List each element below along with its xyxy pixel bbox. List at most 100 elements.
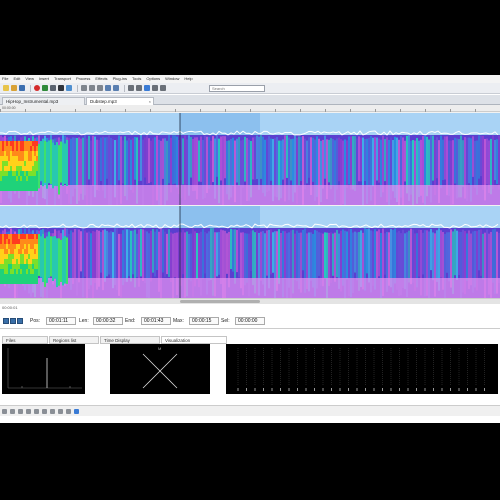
stop-icon[interactable] xyxy=(18,408,23,414)
envelope-tool-icon[interactable] xyxy=(152,85,158,91)
menu-effects[interactable]: Effects xyxy=(95,75,107,83)
pause-icon[interactable] xyxy=(50,85,56,91)
spectrogram-cell xyxy=(8,141,10,146)
scrollbar-thumb[interactable] xyxy=(180,300,260,303)
spectrogram-cell xyxy=(30,161,32,166)
menu-insert[interactable]: Insert xyxy=(39,75,49,83)
menu-help[interactable]: Help xyxy=(184,75,192,83)
ruler-tick xyxy=(475,109,476,112)
menu-edit[interactable]: Edit xyxy=(13,75,20,83)
spectrogram-cell xyxy=(26,141,28,146)
snap-icon[interactable] xyxy=(74,408,79,414)
zoom-icon[interactable] xyxy=(128,85,134,91)
spectrogram-cell xyxy=(24,239,26,244)
volume-icon[interactable] xyxy=(42,408,47,414)
spectrogram-column xyxy=(266,230,268,276)
spectrogram-column xyxy=(216,135,218,177)
spectrogram-column xyxy=(320,232,322,286)
pos-value-field[interactable]: 00:01:11 xyxy=(46,317,76,325)
spectrogram-column xyxy=(182,229,184,275)
ruler-tick xyxy=(75,109,76,112)
spectrogram-cell xyxy=(0,234,2,239)
spectrogram-cell xyxy=(14,234,16,239)
play-all-icon[interactable] xyxy=(10,318,16,324)
spectrogram-view-left[interactable] xyxy=(0,113,500,205)
spectrogram-cell xyxy=(0,171,2,176)
menu-plugins[interactable]: Plug-ins xyxy=(113,75,127,83)
menu-view[interactable]: View xyxy=(25,75,34,83)
spectrogram-cell xyxy=(36,239,38,244)
zoom-in-icon[interactable] xyxy=(58,408,63,414)
spectrogram-column xyxy=(388,232,390,286)
spectrogram-column xyxy=(454,228,456,276)
tab-time-display[interactable]: Time Display xyxy=(100,336,160,344)
spectrogram-cell xyxy=(2,274,4,279)
len-value-field[interactable]: 00:00:32 xyxy=(93,317,123,325)
play-icon[interactable] xyxy=(42,85,48,91)
spectrogram-cell xyxy=(36,176,38,181)
spectrogram-column xyxy=(446,232,448,273)
spectrogram-cell xyxy=(16,254,18,259)
select-tool-icon[interactable] xyxy=(144,85,150,91)
zoom-out-icon[interactable] xyxy=(66,408,71,414)
time-ruler[interactable]: 00:00:00 xyxy=(0,105,500,112)
analyzer-tick xyxy=(458,388,460,391)
tab-files[interactable]: Files xyxy=(2,336,48,344)
play-selection-icon[interactable] xyxy=(3,318,9,324)
record-icon[interactable] xyxy=(34,85,40,91)
pencil-icon[interactable] xyxy=(136,85,142,91)
spectrogram-cell xyxy=(28,269,30,274)
loop-icon[interactable] xyxy=(34,408,39,414)
menu-window[interactable]: Window xyxy=(165,75,179,83)
rewind-icon[interactable] xyxy=(2,408,7,414)
undo-icon[interactable] xyxy=(105,85,111,91)
ruler-tick xyxy=(300,109,301,112)
tab-hiphop-instrumental[interactable]: HipHop_Instrumental.mp3 xyxy=(2,97,85,105)
spectrogram-cell xyxy=(6,141,8,146)
stop-icon[interactable] xyxy=(58,85,64,91)
marker-icon[interactable] xyxy=(160,85,166,91)
forward-icon[interactable] xyxy=(26,408,31,414)
new-file-icon[interactable] xyxy=(3,85,9,91)
menu-file[interactable]: File xyxy=(2,75,8,83)
channel-left-spectrogram[interactable] xyxy=(0,113,500,205)
menu-process[interactable]: Process xyxy=(76,75,90,83)
spectrogram-column xyxy=(50,139,52,184)
tab-regions-list[interactable]: Regions list xyxy=(49,336,99,344)
waveform-editor[interactable]: 00:00:00 xyxy=(0,105,500,304)
spectrogram-column xyxy=(202,228,204,279)
spectrogram-cell xyxy=(14,156,16,161)
tab-visualization[interactable]: Visualization xyxy=(161,336,227,344)
save-icon[interactable] xyxy=(19,85,25,91)
spectrogram-cell xyxy=(36,146,38,151)
play-icon[interactable] xyxy=(10,408,15,414)
sel-value-field[interactable]: 00:00:00 xyxy=(235,317,265,325)
menu-options[interactable]: Options xyxy=(146,75,160,83)
menu-transport[interactable]: Transport xyxy=(54,75,71,83)
loop-playback-icon[interactable] xyxy=(17,318,23,324)
redo-icon[interactable] xyxy=(113,85,119,91)
max-value-field[interactable]: 00:00:15 xyxy=(189,317,219,325)
open-file-icon[interactable] xyxy=(11,85,17,91)
spectrogram-column xyxy=(338,137,340,182)
spectrogram-column xyxy=(56,238,58,288)
cut-icon[interactable] xyxy=(81,85,87,91)
paste-icon[interactable] xyxy=(97,85,103,91)
copy-icon[interactable] xyxy=(89,85,95,91)
spectrogram-cell xyxy=(28,244,30,249)
spectrogram-view-right[interactable] xyxy=(0,206,500,298)
channel-right-spectrogram[interactable] xyxy=(0,206,500,298)
tab-dubstep[interactable]: Dubstep.mp3 × xyxy=(86,97,154,105)
spectrogram-cell xyxy=(24,264,26,269)
spectrogram-cell xyxy=(4,181,6,186)
spectrogram-column xyxy=(106,230,108,277)
spectrogram-cell xyxy=(2,239,4,244)
analyzer-tick xyxy=(271,388,273,391)
search-input[interactable] xyxy=(209,85,265,92)
end-value-field[interactable]: 00:01:43 xyxy=(141,317,171,325)
loop-icon[interactable] xyxy=(66,85,72,91)
mute-icon[interactable] xyxy=(50,408,55,414)
horizontal-scrollbar[interactable] xyxy=(0,298,500,304)
menu-tools[interactable]: Tools xyxy=(132,75,141,83)
spectrogram-column xyxy=(352,136,354,190)
